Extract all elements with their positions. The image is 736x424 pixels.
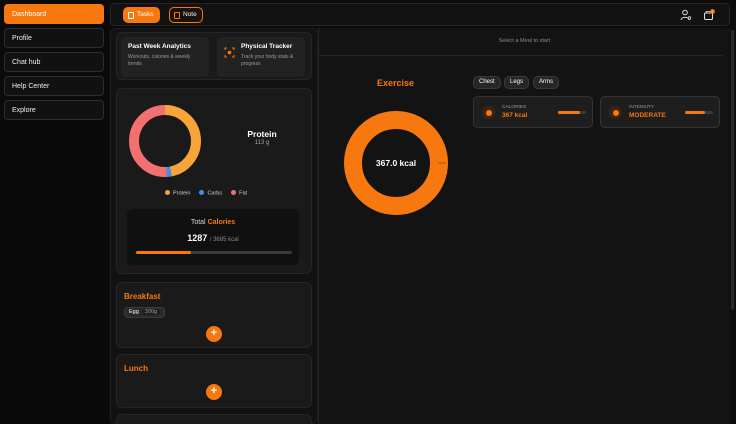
lunch-title: Lunch <box>124 364 148 373</box>
sidebar-item-chat-hub[interactable]: Chat hub <box>4 52 104 72</box>
app-root: Dashboard Profile Chat hub Help Center E… <box>0 0 736 424</box>
sidebar: Dashboard Profile Chat hub Help Center E… <box>0 0 108 424</box>
intensity-stat-card: INTENSITY MODERATE <box>600 96 720 128</box>
past-week-analytics-card[interactable]: Past Week Analytics Workouts, calories &… <box>121 37 209 77</box>
total-label: Total <box>190 219 206 226</box>
intensity-stat-icon <box>609 106 622 119</box>
total-calories-title: Total Calories <box>127 219 299 226</box>
selected-macro-name: Protein <box>247 129 277 139</box>
exercise-title: Exercise <box>377 78 415 88</box>
add-lunch-button[interactable]: + <box>206 384 222 400</box>
note-label: Note <box>183 11 197 18</box>
tag-legs[interactable]: Legs <box>504 76 530 89</box>
sidebar-item-dashboard[interactable]: Dashboard <box>4 4 104 24</box>
tag-chest[interactable]: Chest <box>473 76 501 89</box>
calories-total: / 3685 kcal <box>209 237 239 243</box>
tasks-icon <box>128 11 134 19</box>
physical-tracker-card[interactable]: Physical Tracker Track your body stats &… <box>217 37 305 77</box>
legend-carbs-label: Carbs <box>207 190 223 197</box>
analytics-subtitle: Workouts, calories & weekly trends <box>128 54 191 67</box>
tracker-icon <box>224 47 235 58</box>
add-breakfast-button[interactable]: + <box>206 326 222 342</box>
legend-carbs[interactable]: Carbs <box>199 190 222 197</box>
calories-progress-bar <box>136 251 292 254</box>
sidebar-item-profile[interactable]: Profile <box>4 28 104 48</box>
top-bar: Tasks Note 1 <box>110 3 730 26</box>
quick-cards-panel: Past Week Analytics Workouts, calories &… <box>116 32 312 80</box>
exercise-calories-ring: 367.0 kcal <box>344 111 448 215</box>
legend-fat-label: Fat <box>239 190 248 197</box>
macros-panel: Protein 113 g Protein Carbs Fat Total Ca… <box>116 88 312 274</box>
legend-fat-dot <box>231 190 237 195</box>
sidebar-item-explore[interactable]: Explore <box>4 100 104 120</box>
breakfast-panel: Breakfast Egg 300g + <box>116 282 312 348</box>
calories-stat-value: 367 kcal <box>502 112 528 119</box>
intensity-stat-bar <box>685 111 713 114</box>
calories-stat-icon <box>482 106 495 119</box>
macros-legend: Protein Carbs Fat <box>165 190 247 197</box>
food-chip-egg[interactable]: Egg 300g <box>124 307 166 318</box>
tag-arms[interactable]: Arms <box>533 76 559 89</box>
calories-stat-bar-fill <box>558 111 581 114</box>
legend-fat[interactable]: Fat <box>231 190 247 197</box>
exercise-ring-value: 367.0 kcal <box>376 158 416 168</box>
tracker-title: Physical Tracker <box>241 43 293 50</box>
note-icon <box>174 11 180 19</box>
exercise-panel: Select a Meal to start Exercise 367.0 kc… <box>318 28 730 424</box>
breakfast-title: Breakfast <box>124 292 161 301</box>
calories-value: 1287 / 3685 kcal <box>127 233 299 243</box>
calories-accent-label: Calories <box>207 219 236 226</box>
tasks-button[interactable]: Tasks <box>123 7 160 23</box>
food-chip-grams: 300g <box>141 309 161 315</box>
selected-macro-value: 113 g <box>254 140 270 146</box>
food-chip-name: Egg <box>129 309 139 315</box>
sidebar-item-help-center[interactable]: Help Center <box>4 76 104 96</box>
calories-progress-fill <box>136 251 191 254</box>
analytics-title: Past Week Analytics <box>128 43 191 50</box>
note-button[interactable]: Note <box>169 7 203 23</box>
scrollbar[interactable] <box>731 30 734 310</box>
next-meal-panel <box>116 414 312 424</box>
calories-current: 1287 <box>187 233 208 243</box>
lunch-panel: Lunch + <box>116 354 312 408</box>
user-settings-icon[interactable] <box>680 9 692 21</box>
total-calories-box: Total Calories 1287 / 3685 kcal <box>127 209 299 265</box>
intensity-stat-label: INTENSITY <box>629 105 655 110</box>
divider <box>319 55 723 56</box>
tracker-subtitle: Track your body stats & progress <box>241 54 294 67</box>
inbox-icon[interactable]: 1 <box>703 9 715 21</box>
intensity-stat-bar-fill <box>685 111 705 114</box>
tasks-label: Tasks <box>137 11 154 18</box>
legend-protein-label: Protein <box>173 190 191 197</box>
intensity-stat-value: MODERATE <box>629 112 666 119</box>
select-meal-hint: Select a Meal to start <box>498 38 551 44</box>
legend-carbs-dot <box>199 190 205 195</box>
legend-protein-dot <box>165 190 170 195</box>
calories-stat-label: CALORIES <box>502 105 527 110</box>
macros-donut-chart[interactable] <box>127 103 203 179</box>
calories-stat-card: CALORIES 367 kcal <box>473 96 593 128</box>
calories-stat-bar <box>558 111 586 114</box>
legend-protein[interactable]: Protein <box>165 190 190 197</box>
